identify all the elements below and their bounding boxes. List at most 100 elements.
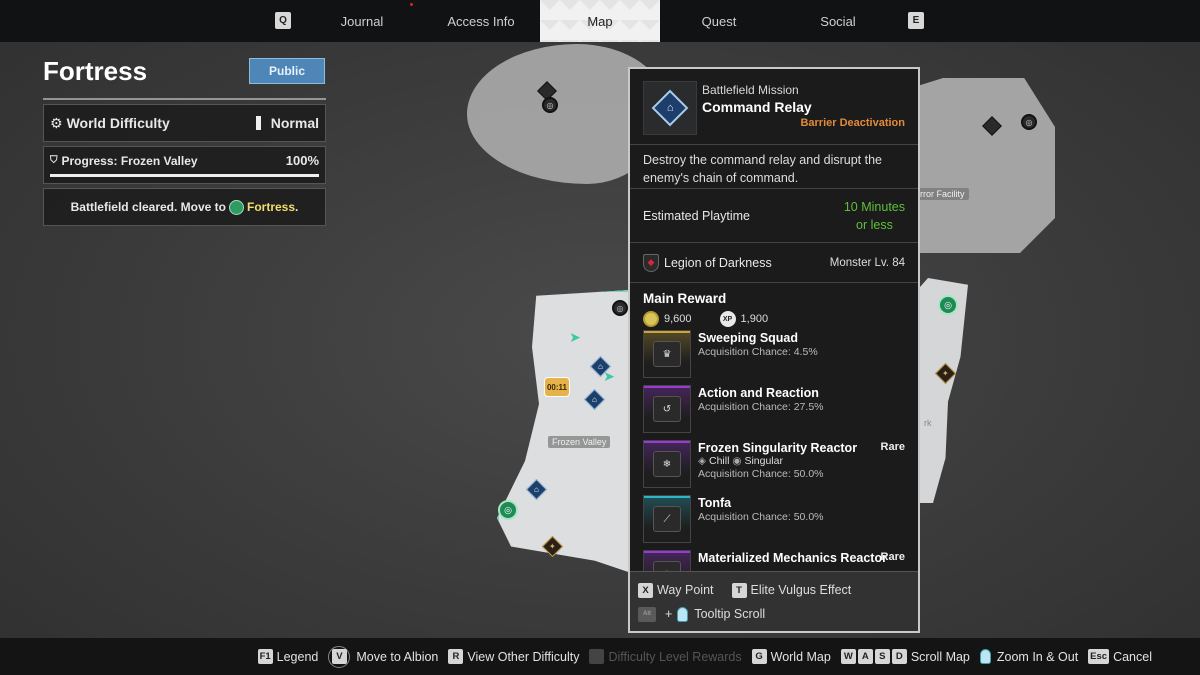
hotkey-label: World Map bbox=[770, 649, 831, 664]
mission-subtype: Barrier Deactivation bbox=[800, 117, 905, 129]
reward-info: Tonfa Acquisition Chance: 50.0% bbox=[698, 495, 824, 550]
playtime-value: 10 Minutes or less bbox=[844, 198, 905, 234]
elite-key[interactable]: T bbox=[731, 582, 747, 598]
difficulty-icon: ⚙ bbox=[50, 114, 63, 131]
reward-chance: Acquisition Chance: 4.5% bbox=[698, 346, 818, 358]
key-cap: V bbox=[331, 649, 347, 664]
mission-header: ⌂ Battlefield Mission Command Relay Barr… bbox=[630, 69, 918, 145]
playtime-value-line1: 10 Minutes bbox=[843, 199, 905, 214]
player-arrow-icon-2: ➤ bbox=[603, 367, 615, 384]
playtime-row: Estimated Playtime 10 Minutes or less bbox=[630, 189, 918, 243]
hotkey-world-map[interactable]: G World Map bbox=[751, 649, 831, 664]
teleport-icon bbox=[229, 199, 244, 215]
reward-name: Tonfa bbox=[698, 496, 732, 510]
tab-social[interactable]: Social bbox=[778, 0, 898, 42]
reward-tags: ◈ Chill ◉ Singular bbox=[698, 455, 857, 467]
world-difficulty-row[interactable]: ⚙ World Difficulty Normal bbox=[43, 104, 326, 142]
map-marker-teleport[interactable]: ◎ bbox=[938, 295, 958, 315]
elite-label[interactable]: Elite Vulgus Effect bbox=[751, 583, 852, 597]
singular-icon: ◉ bbox=[732, 455, 745, 467]
reward-name: Action and Reaction bbox=[698, 386, 819, 400]
map-region-facility[interactable] bbox=[915, 78, 1055, 253]
tab-map[interactable]: Map bbox=[540, 0, 660, 42]
nav-next-key[interactable]: E bbox=[908, 12, 924, 29]
reward-name: Materialized Mechanics Reactor bbox=[698, 551, 887, 565]
hotkey-cancel[interactable]: Esc Cancel bbox=[1088, 649, 1152, 664]
xp-icon: XP bbox=[719, 311, 736, 327]
mission-type: Battlefield Mission bbox=[702, 83, 799, 97]
mouse-wheel-icon bbox=[677, 606, 689, 622]
reward-rarity: Rare bbox=[880, 551, 905, 563]
fortress-link[interactable]: Fortress bbox=[247, 200, 295, 214]
reward-item-icon: ❄ bbox=[653, 451, 681, 477]
reward-thumbnail: ❄ bbox=[643, 440, 691, 488]
map-marker-point[interactable]: ◎ bbox=[542, 97, 558, 113]
hotkey-label: View Other Difficulty bbox=[467, 649, 580, 664]
hotkey-view-other-difficulty[interactable]: R View Other Difficulty bbox=[448, 649, 579, 664]
playtime-value-line2: or less bbox=[856, 217, 893, 232]
reward-info: Action and Reaction Acquisition Chance: 2… bbox=[698, 385, 824, 440]
gold-amount: 9,600 bbox=[664, 313, 692, 325]
world-difficulty-value: Normal bbox=[270, 115, 319, 131]
hotkey-label: Legend bbox=[276, 649, 319, 664]
tooltip-footer: X Way Point T Elite Vulgus Effect Alt + … bbox=[630, 571, 918, 631]
mission-description: Destroy the command relay and disrupt th… bbox=[630, 145, 918, 189]
map-marker-point-2[interactable]: ◎ bbox=[1021, 114, 1037, 130]
location-panel: Fortress Public ⚙ World Difficulty Norma… bbox=[43, 56, 326, 226]
reward-list[interactable]: ♛ Sweeping Squad Acquisition Chance: 4.5% ↺… bbox=[630, 330, 918, 605]
public-button[interactable]: Public bbox=[249, 58, 325, 84]
hotkey-label: Scroll Map bbox=[910, 649, 970, 664]
map-marker-teleport-2[interactable]: ◎ bbox=[498, 500, 518, 520]
waypoint-key[interactable]: X bbox=[638, 582, 653, 598]
hotkey-label: Move to Albion bbox=[356, 649, 439, 664]
hotkey-legend[interactable]: F1 Legend bbox=[257, 649, 319, 664]
waypoint-label[interactable]: Way Point bbox=[657, 583, 714, 597]
key-cap: D bbox=[891, 649, 907, 664]
tooltip-scroll-label: Tooltip Scroll bbox=[694, 607, 766, 621]
mission-tooltip[interactable]: ⌂ Battlefield Mission Command Relay Barr… bbox=[628, 67, 920, 633]
reward-item-icon: ♛ bbox=[653, 341, 681, 367]
monster-level: Monster Lv. 84 bbox=[829, 256, 905, 269]
map-marker-point-3[interactable]: ◎ bbox=[612, 300, 628, 316]
reward-item[interactable]: ↺ Action and Reaction Acquisition Chance: … bbox=[630, 385, 918, 440]
legion-emblem-icon: ◆ bbox=[643, 253, 659, 272]
plus-sign: + bbox=[665, 607, 673, 621]
tab-quest[interactable]: Quest bbox=[659, 0, 779, 42]
reward-thumbnail: ↺ bbox=[643, 385, 691, 433]
hotkey-label: Zoom In & Out bbox=[996, 649, 1079, 664]
player-arrow-icon: ➤ bbox=[569, 328, 581, 345]
xp-amount: 1,900 bbox=[740, 313, 769, 325]
hotkey-move-to-albion[interactable]: V Move to Albion bbox=[328, 645, 439, 668]
progress-value: 100% bbox=[285, 153, 319, 168]
gold-coin-icon bbox=[643, 311, 659, 327]
alt-key: Alt bbox=[638, 606, 656, 622]
key-cap: R bbox=[448, 649, 464, 664]
mission-flag-icon: ⌂ bbox=[651, 89, 689, 127]
nav-prev-key[interactable]: Q bbox=[275, 12, 291, 29]
playtime-label: Estimated Playtime bbox=[643, 208, 750, 223]
reward-item[interactable]: ❄ Frozen Singularity Reactor ◈ Chill ◉ Sin… bbox=[630, 440, 918, 495]
hotkey-zoom-in-out[interactable]: Zoom In & Out bbox=[979, 649, 1079, 664]
progress-bar bbox=[50, 174, 319, 177]
reward-item-icon: ⟋ bbox=[653, 506, 681, 532]
currency-rewards: 9,600 XP 1,900 bbox=[630, 308, 918, 330]
reward-item[interactable]: ⟋ Tonfa Acquisition Chance: 50.0% bbox=[630, 495, 918, 550]
reward-item[interactable]: ♛ Sweeping Squad Acquisition Chance: 4.5% bbox=[630, 330, 918, 385]
reward-info: Sweeping Squad Acquisition Chance: 4.5% bbox=[698, 330, 818, 385]
hotkey-scroll-map[interactable]: W A S D Scroll Map bbox=[840, 649, 970, 664]
key-cap bbox=[589, 649, 605, 664]
status-prefix: Battlefield cleared. Move to bbox=[70, 200, 226, 214]
map-timer-badge[interactable]: 00:11 bbox=[544, 377, 570, 397]
difficulty-level-icon bbox=[255, 116, 261, 130]
tab-access-info[interactable]: Access Info bbox=[421, 0, 541, 42]
progress-label: Progress: Frozen Valley bbox=[61, 153, 198, 168]
map-label-frozen-valley: Frozen Valley bbox=[548, 436, 611, 448]
map-label-facility: rror Facility bbox=[916, 188, 969, 200]
hotkey-label: Difficulty Level Rewards bbox=[608, 649, 742, 664]
tab-journal[interactable]: Journal bbox=[302, 0, 422, 42]
faction-row: ◆ Legion of Darkness Monster Lv. 84 bbox=[630, 243, 918, 283]
hotkey-difficulty-level-rewards: Difficulty Level Rewards bbox=[589, 649, 742, 664]
faction-name: Legion of Darkness bbox=[664, 255, 772, 270]
progress-row: ⛉ Progress: Frozen Valley 100% bbox=[43, 146, 326, 184]
key-group: WASD bbox=[840, 649, 907, 664]
